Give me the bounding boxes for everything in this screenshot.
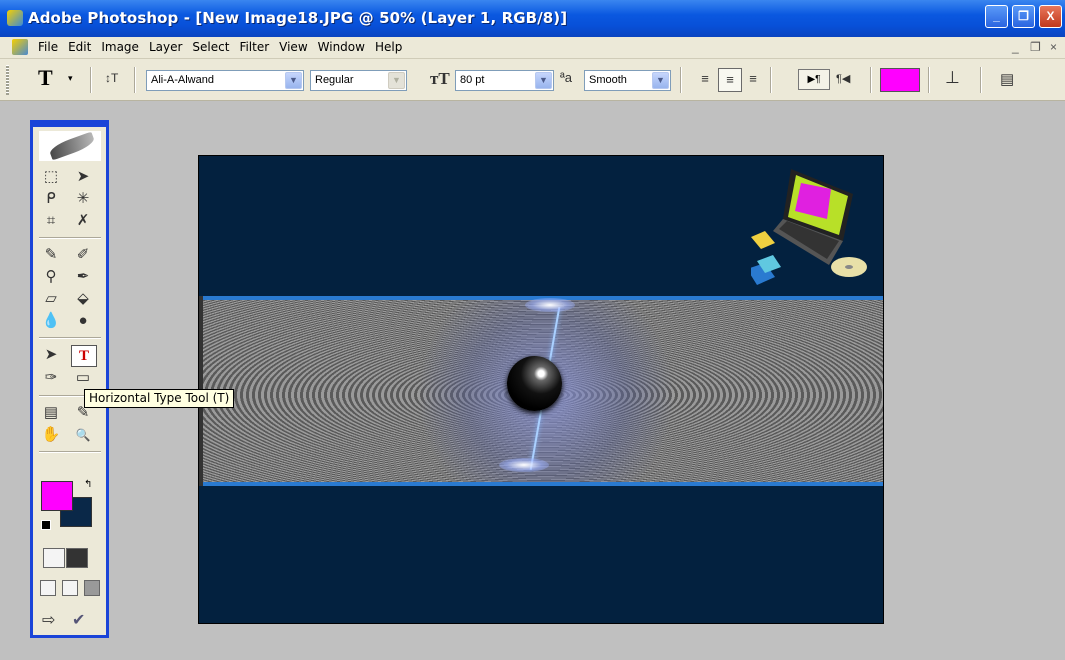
magic-wand-tool-icon[interactable]: ✳ <box>71 189 95 209</box>
menu-help[interactable]: Help <box>375 40 408 54</box>
font-size-icon: ᴛT <box>430 69 450 88</box>
menu-filter[interactable]: Filter <box>239 40 275 54</box>
top-light-flare <box>525 298 575 312</box>
marquee-tool-icon[interactable]: ⬚ <box>39 167 63 187</box>
path-selection-tool-icon[interactable]: ➤ <box>39 345 63 365</box>
palettes-icon[interactable]: ▤ <box>1000 70 1014 88</box>
font-size-select[interactable]: 80 pt ▼ <box>455 70 554 91</box>
menu-layer[interactable]: Layer <box>149 40 188 54</box>
shape-tool-icon[interactable]: ▭ <box>71 368 95 388</box>
text-color-swatch[interactable] <box>880 68 920 92</box>
title-bar: Adobe Photoshop - [New Image18.JPG @ 50%… <box>0 0 1065 37</box>
font-style-value: Regular <box>315 74 354 86</box>
black-sphere <box>507 356 562 411</box>
menu-items: File Edit Image Layer Select Filter View… <box>38 40 412 54</box>
notes-tool-icon[interactable]: ▤ <box>39 403 63 423</box>
right-to-left-button[interactable]: ¶◀ <box>836 72 850 85</box>
full-screen-mode-button[interactable] <box>84 580 100 596</box>
standard-screen-mode-button[interactable] <box>40 580 56 596</box>
text-orientation-icon[interactable]: ↕T <box>105 71 118 85</box>
align-left-button[interactable]: ≡ <box>694 68 716 90</box>
quick-mask-mode-button[interactable] <box>66 548 88 568</box>
paint-bucket-tool-icon[interactable]: ⬙ <box>71 289 95 309</box>
minimize-button[interactable]: _ <box>985 5 1008 28</box>
standard-mode-button[interactable] <box>43 548 65 568</box>
blur-tool-icon[interactable]: 💧 <box>39 311 63 331</box>
laptop-illustration <box>751 169 867 285</box>
swap-colors-icon[interactable]: ↰ <box>84 479 92 490</box>
antialias-select[interactable]: Smooth ▼ <box>584 70 671 91</box>
restore-button[interactable]: ❐ <box>1012 5 1035 28</box>
menu-edit[interactable]: Edit <box>68 40 97 54</box>
menu-select[interactable]: Select <box>192 40 235 54</box>
foreground-color-swatch[interactable] <box>41 481 73 511</box>
menu-image[interactable]: Image <box>101 40 145 54</box>
menu-view[interactable]: View <box>279 40 313 54</box>
menu-bar: File Edit Image Layer Select Filter View… <box>0 37 1065 59</box>
brush-tool-icon[interactable]: ✐ <box>71 245 95 265</box>
type-tool-icon[interactable]: T <box>71 345 97 367</box>
document-canvas[interactable] <box>198 155 884 624</box>
pen-tool-icon[interactable]: ✑ <box>39 368 63 388</box>
history-brush-tool-icon[interactable]: ✒ <box>71 267 95 287</box>
font-family-value: Ali-A-Alwand <box>151 74 214 86</box>
left-to-right-button[interactable]: ▶¶ <box>798 69 830 90</box>
options-bar-grip[interactable] <box>6 65 9 95</box>
hand-tool-icon[interactable]: ✋ <box>39 425 63 445</box>
slice-tool-icon[interactable]: ✗ <box>71 211 95 231</box>
move-tool-icon[interactable]: ➤ <box>71 167 95 187</box>
warp-text-icon[interactable]: ⊥ <box>945 68 960 88</box>
antialias-value: Smooth <box>589 74 627 86</box>
menu-window[interactable]: Window <box>318 40 371 54</box>
antialias-icon: ªa <box>560 70 573 85</box>
healing-brush-tool-icon[interactable]: ✎ <box>39 245 63 265</box>
close-button[interactable]: X <box>1039 5 1062 28</box>
adobe-feather-logo[interactable] <box>39 131 101 161</box>
menu-file[interactable]: File <box>38 40 64 54</box>
doc-restore-button[interactable]: ❐ <box>1030 40 1041 54</box>
doc-close-button[interactable]: × <box>1050 40 1057 54</box>
options-bar: T ▾ ↕T Ali-A-Alwand ▼ Regular ▼ ᴛT 80 pt… <box>0 59 1065 101</box>
crop-tool-icon[interactable]: ⌗ <box>39 211 63 231</box>
font-family-select[interactable]: Ali-A-Alwand ▼ <box>146 70 304 91</box>
document-icon[interactable] <box>12 39 28 55</box>
zoom-tool-icon[interactable]: 🔍 <box>71 425 95 445</box>
font-style-select[interactable]: Regular ▼ <box>310 70 407 91</box>
font-size-value: 80 pt <box>460 74 485 86</box>
default-colors-icon[interactable] <box>41 520 51 530</box>
doc-minimize-button[interactable]: _ <box>1012 40 1019 54</box>
dodge-tool-icon[interactable]: ● <box>71 311 95 331</box>
edit-checkmark-icon[interactable]: ✔ <box>72 610 85 630</box>
tooltip: Horizontal Type Tool (T) <box>84 389 235 408</box>
chevron-down-icon[interactable]: ▼ <box>535 72 552 89</box>
lasso-tool-icon[interactable]: ᑭ <box>39 189 63 209</box>
tool-preset-caret-icon[interactable]: ▾ <box>68 73 73 84</box>
align-right-button[interactable]: ≡ <box>742 68 764 90</box>
jump-to-imageready-icon[interactable]: ⇨ <box>42 610 55 630</box>
chevron-down-icon[interactable]: ▼ <box>652 72 669 89</box>
full-screen-menu-mode-button[interactable] <box>62 580 78 596</box>
tool-preset-icon[interactable]: T <box>38 65 53 91</box>
window-title: Adobe Photoshop - [New Image18.JPG @ 50%… <box>28 9 568 27</box>
clone-stamp-tool-icon[interactable]: ⚲ <box>39 267 63 287</box>
align-center-button[interactable]: ≡ <box>718 68 742 92</box>
chevron-down-icon[interactable]: ▼ <box>285 72 302 89</box>
photoshop-app-icon[interactable] <box>7 10 23 26</box>
bottom-light-flare <box>499 458 549 472</box>
chevron-down-icon[interactable]: ▼ <box>388 72 405 89</box>
eraser-tool-icon[interactable]: ▱ <box>39 289 63 309</box>
